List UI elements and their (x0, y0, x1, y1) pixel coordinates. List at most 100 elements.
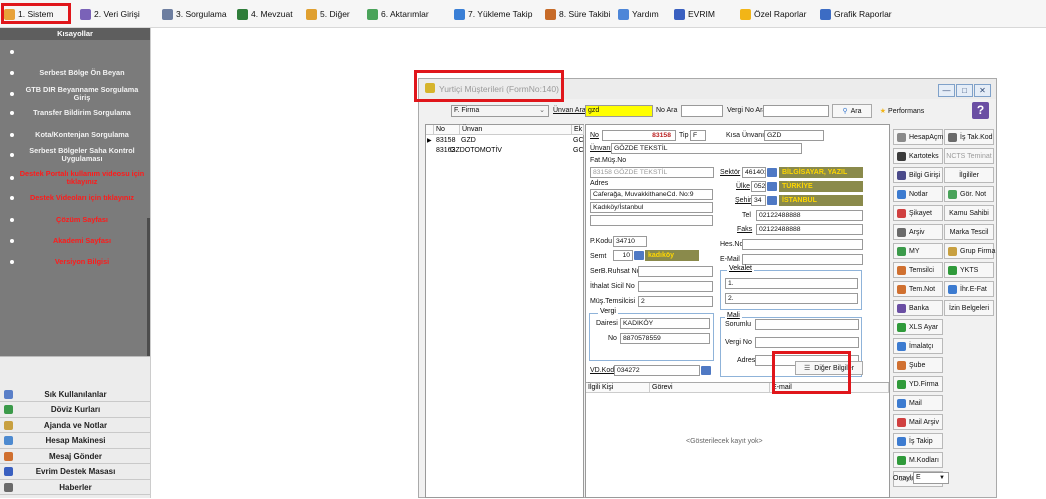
side-button-27[interactable]: M.Kodları (893, 452, 943, 468)
sidebar-item-7[interactable]: Destek Videoları için tıklayınız (0, 188, 150, 208)
adres-line-1[interactable]: Caferağa, MuvakkithaneCd. No:9 (590, 189, 713, 200)
search-button[interactable]: ⚲ Ara (832, 104, 872, 118)
menu-item-8[interactable]: 8. Süre Takibi (545, 6, 610, 22)
side-button-9[interactable]: Kamu Sahibi (944, 205, 994, 221)
email-field[interactable] (742, 254, 863, 265)
adres-line-2[interactable]: Kadıköy/İstanbul (590, 202, 713, 213)
sidebar-bottom-item-6[interactable]: Haberler (0, 480, 150, 495)
sidebar-item-9[interactable]: Akademi Sayfası (0, 231, 150, 251)
vekalet-2-field[interactable]: 2. (725, 293, 858, 304)
maximize-icon[interactable]: □ (956, 84, 973, 97)
vd-kod-picker-icon[interactable] (701, 366, 711, 375)
vergi-no-field[interactable]: 8870578559 (620, 333, 710, 344)
menu-item-4[interactable]: 4. Mevzuat (237, 6, 293, 22)
sidebar-bottom-item-3[interactable]: Hesap Makinesi (0, 434, 150, 449)
adres-line-3[interactable] (590, 215, 713, 226)
side-button-18[interactable]: Banka (893, 300, 943, 316)
side-button-25[interactable]: Mail Arşiv (893, 414, 943, 430)
column-header-gorevi[interactable]: Görevi (650, 383, 770, 393)
ulke-picker-icon[interactable] (767, 182, 777, 191)
side-button-20[interactable]: XLS Ayar (893, 319, 943, 335)
column-header-no[interactable]: No (434, 125, 460, 135)
column-header-ilgili[interactable]: İlgili Kişi (586, 383, 650, 393)
side-button-24[interactable]: Mail (893, 395, 943, 411)
side-button-13[interactable]: Grup Firma (944, 243, 995, 259)
sektor-code-field[interactable]: 461401 (742, 167, 766, 178)
table-row[interactable]: ▶ 83158 GZD GC (426, 136, 584, 146)
sidebar-item-4[interactable]: Kota/Kontenjan Sorgulama (0, 125, 150, 145)
performance-button[interactable]: ★ Performans (874, 104, 930, 118)
side-button-6[interactable]: Notlar (893, 186, 943, 202)
sidebar-item-8[interactable]: Çözüm Sayfası (0, 210, 150, 230)
side-button-15[interactable]: YKTS (944, 262, 994, 278)
tip-field[interactable]: F (690, 130, 706, 141)
side-button-21[interactable]: İmalatçı (893, 338, 943, 354)
sehir-code-field[interactable]: 34 (751, 195, 766, 206)
side-button-7[interactable]: Gör. Not (944, 186, 994, 202)
menu-item-9[interactable]: Yardım (618, 6, 659, 22)
menu-item-3[interactable]: 3. Sorgulama (162, 6, 227, 22)
sorumlu-field[interactable] (755, 319, 859, 330)
side-button-16[interactable]: Tem.Not (893, 281, 943, 297)
hes-no-field[interactable] (742, 239, 863, 250)
side-button-26[interactable]: İş Takip (893, 433, 943, 449)
sidebar-bottom-item-1[interactable]: Döviz Kurları (0, 403, 150, 418)
menu-item-2[interactable]: 2. Veri Girişi (80, 6, 140, 22)
faks-field[interactable]: 02122488888 (756, 224, 863, 235)
serb-ruhsat-field[interactable] (638, 266, 713, 277)
menu-item-7[interactable]: 7. Yükleme Takip (454, 6, 532, 22)
no-search-input[interactable] (681, 105, 723, 117)
side-button-10[interactable]: Arşiv (893, 224, 943, 240)
side-button-8[interactable]: Şikayet (893, 205, 943, 221)
vergi-search-input[interactable] (763, 105, 829, 117)
side-button-3[interactable]: NCTS Teminat (944, 148, 994, 164)
help-icon[interactable]: ? (972, 102, 989, 119)
unvan-field[interactable]: GÖZDE TEKSTİL (611, 143, 802, 154)
side-button-5[interactable]: İlgililer (944, 167, 994, 183)
menu-item-11[interactable]: Özel Raporlar (740, 6, 806, 22)
sidebar-bottom-item-4[interactable]: Mesaj Gönder (0, 449, 150, 464)
side-button-17[interactable]: İhr.E-Fat (944, 281, 994, 297)
sehir-picker-icon[interactable] (767, 196, 777, 205)
sidebar-item-2[interactable]: GTB DIR Beyanname Sorgulama Giriş (0, 84, 150, 104)
table-row[interactable]: 83163 GZDOTOMOTİV GC (426, 146, 584, 156)
sidebar-item-6[interactable]: Destek Portalı kullanım videosu için tık… (0, 168, 150, 188)
sidebar-item-5[interactable]: Serbest Bölgeler Saha Kontrol Uygulaması (0, 145, 150, 165)
menu-item-12[interactable]: Grafik Raporlar (820, 6, 892, 22)
sidebar-item-1[interactable]: Serbest Bölge Ön Beyan (0, 63, 150, 83)
sidebar-item-0[interactable] (0, 42, 150, 62)
menu-item-5[interactable]: 5. Diğer (306, 6, 350, 22)
no-field[interactable]: 83158 (602, 130, 676, 141)
sektor-picker-icon[interactable] (767, 168, 777, 177)
pkodu-field[interactable]: 34710 (613, 236, 647, 247)
side-button-14[interactable]: Temsilci (893, 262, 943, 278)
sidebar-item-3[interactable]: Transfer Bildirim Sorgulama (0, 103, 150, 123)
sidebar-bottom-item-0[interactable]: Sık Kullanılanlar (0, 387, 150, 402)
fat-mus-no-field[interactable]: 83158 GÖZDE TEKSTİL (590, 167, 714, 178)
side-button-11[interactable]: Marka Tescil (944, 224, 994, 240)
mus-temsilci-field[interactable]: 2 (638, 296, 713, 307)
vd-kod-field[interactable]: 034272 (614, 365, 700, 376)
semt-code-field[interactable]: 10 (613, 250, 633, 261)
close-icon[interactable]: ✕ (974, 84, 991, 97)
side-button-19[interactable]: İzin Belgeleri (944, 300, 994, 316)
dairesi-field[interactable]: KADIKÖY (620, 318, 710, 329)
minimize-icon[interactable]: — (938, 84, 955, 97)
semt-picker-icon[interactable] (634, 251, 644, 260)
menu-item-6[interactable]: 6. Aktarımlar (367, 6, 429, 22)
onayli-select[interactable]: E ▼ (913, 472, 949, 484)
vekalet-1-field[interactable]: 1. (725, 278, 858, 289)
side-button-0[interactable]: HesapAçm (893, 129, 943, 145)
column-header-ek[interactable]: Ek (572, 125, 584, 135)
menu-item-10[interactable]: EVRIM (674, 6, 715, 22)
side-button-4[interactable]: Bilgi Girişi (893, 167, 943, 183)
sidebar-item-10[interactable]: Versiyon Bilgisi (0, 252, 150, 272)
column-header-unvan[interactable]: Ünvan (460, 125, 572, 135)
ulke-code-field[interactable]: 052 (751, 181, 766, 192)
field-select[interactable]: F. Firma ⌄ (451, 105, 549, 117)
side-button-22[interactable]: Şube (893, 357, 943, 373)
side-button-23[interactable]: YD.Firma (893, 376, 943, 392)
side-button-1[interactable]: İş Tak.Kod (944, 129, 994, 145)
tel-field[interactable]: 02122488888 (756, 210, 863, 221)
side-button-12[interactable]: MY (893, 243, 943, 259)
